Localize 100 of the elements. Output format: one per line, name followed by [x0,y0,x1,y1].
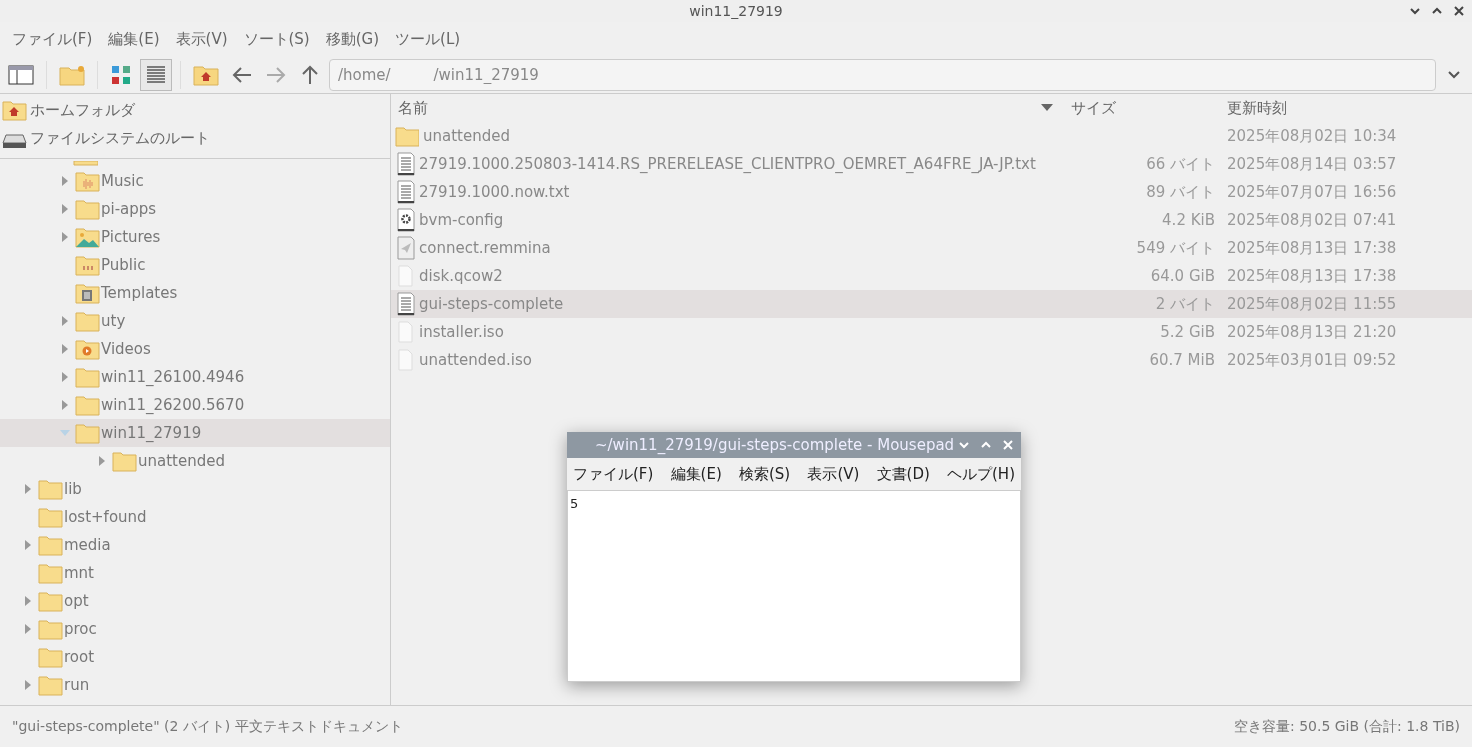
blank-file-icon [395,264,415,288]
file-name: bvm-config [419,209,504,231]
dropdown-caret-icon[interactable] [1448,71,1460,79]
tree-item[interactable]: opt [0,587,390,615]
blank-file-icon [395,320,415,344]
menu-item[interactable]: ファイル(F) [573,462,654,486]
tree-item[interactable]: uty [0,307,390,335]
file-modified: 2025年07月07日 16:56 [1227,183,1397,201]
text-file-icon [395,152,415,176]
tree-item[interactable]: run [0,671,390,699]
menu-item[interactable]: ファイル(F) [4,28,101,51]
file-row[interactable]: bvm-config 4.2 KiB 2025年08月02日 07:41 [391,206,1472,234]
public-folder-icon [75,254,100,276]
tree-item[interactable]: mnt [0,559,390,587]
file-modified: 2025年08月02日 11:55 [1227,295,1397,313]
tree-item[interactable]: pi-apps [0,195,390,223]
tree-item[interactable]: win11_26200.5670 [0,391,390,419]
menu-item[interactable]: 編集(E) [670,462,722,486]
file-name: connect.remmina [419,237,551,259]
maximize-icon[interactable] [1432,7,1442,15]
menu-item[interactable]: 移動(G) [317,28,388,51]
menu-item[interactable]: 表示(V) [807,462,860,486]
file-modified: 2025年08月02日 10:34 [1227,127,1397,145]
tree-item[interactable]: media [0,531,390,559]
music-folder-icon [75,170,100,192]
tree-item[interactable]: unattended [0,447,390,475]
sidebar-pane-icon[interactable] [8,64,34,86]
tree-item[interactable]: win11_26100.4946 [0,363,390,391]
text-file-icon [395,292,415,316]
videos-folder-icon [75,338,100,360]
file-row[interactable]: unattended 2025年08月02日 10:34 [391,122,1472,150]
list-view-button[interactable] [140,59,172,91]
tree-item[interactable]: proc [0,615,390,643]
sort-caret-icon [1041,104,1053,112]
file-modified: 2025年03月01日 09:52 [1227,351,1397,369]
editor-title: ~/win11_27919/gui-steps-complete - Mousepad [595,434,955,456]
file-name: 27919.1000.now.txt [419,181,570,203]
menu-item[interactable]: 文書(D) [876,462,930,486]
tree-item[interactable]: root [0,643,390,671]
file-name: installer.iso [419,321,504,343]
menu-item[interactable]: ソート(S) [235,28,318,51]
status-text: "gui-steps-complete" (2 バイト) 平文テキストドキュメント [12,717,403,736]
free-space-text: 空き容量: 50.5 GiB (合計: 1.8 TiB) [1234,717,1460,736]
gear-file-icon [395,208,415,232]
file-size: 64.0 GiB [1150,267,1215,285]
file-row[interactable]: 27919.1000.250803-1414.RS_PRERELEASE_CLIENTPRO_OEMRET_A64FRE_JA-JP.txt 66 バイト 2025年08月14日 03:57 [391,150,1472,178]
file-size: 549 バイト [1136,239,1215,257]
file-name: 27919.1000.250803-1414.RS_PRERELEASE_CLIENTPRO_OEMRET_A64FRE_JA-JP.txt [419,153,1036,175]
new-folder-icon[interactable] [59,64,85,86]
tree-item[interactable]: win11_27919 [0,419,390,447]
editor-text: 5 [570,496,579,511]
file-modified: 2025年08月14日 03:57 [1227,155,1397,173]
pictures-folder-icon [75,226,100,248]
minimize-icon[interactable] [1410,7,1420,15]
file-row[interactable]: connect.remmina 549 バイト 2025年08月13日 17:38 [391,234,1472,262]
path-field[interactable]: /home/ /win11_27919 [329,59,1436,91]
file-size: 5.2 GiB [1160,323,1215,341]
column-header[interactable]: サイズ [1061,96,1221,120]
column-header[interactable]: 名前 [398,96,428,120]
menu-item[interactable]: 検索(S) [738,462,791,486]
file-size: 60.7 MiB [1149,351,1215,369]
place-item[interactable]: ファイルシステムのルート [30,126,210,150]
tree-item[interactable]: Pictures [0,223,390,251]
file-size: 2 バイト [1155,295,1215,313]
home-folder-icon [2,99,27,121]
file-row[interactable]: unattended.iso 60.7 MiB 2025年03月01日 09:52 [391,346,1472,374]
file-size: 89 バイト [1146,183,1215,201]
file-name: unattended [423,125,510,147]
paper-plane-file-icon [395,236,415,260]
tree-item[interactable]: lost+found [0,503,390,531]
file-modified: 2025年08月13日 21:20 [1227,323,1397,341]
menu-item[interactable]: ツール(L) [387,28,469,51]
text-editor-area[interactable]: 5 [567,490,1021,682]
file-row[interactable]: gui-steps-complete 2 バイト 2025年08月02日 11:55 [391,290,1472,318]
file-modified: 2025年08月13日 17:38 [1227,267,1397,285]
file-size: 4.2 KiB [1162,211,1215,229]
menu-item[interactable]: ヘルプ(H) [947,462,1015,486]
blank-file-icon [395,348,415,372]
file-row[interactable]: installer.iso 5.2 GiB 2025年08月13日 21:20 [391,318,1472,346]
tree-item[interactable]: Templates [0,279,390,307]
tree-item[interactable]: Music [0,167,390,195]
tree-item[interactable]: Public [0,251,390,279]
file-modified: 2025年08月13日 17:38 [1227,239,1397,257]
text-file-icon [395,180,415,204]
templates-folder-icon [75,282,100,304]
icon-view-icon[interactable] [110,64,132,86]
place-item[interactable]: ホームフォルダ [30,98,135,122]
menu-item[interactable]: 表示(V) [167,28,236,51]
tree-item[interactable]: lib [0,475,390,503]
file-size: 66 バイト [1146,155,1215,173]
file-row[interactable]: 27919.1000.now.txt 89 バイト 2025年07月07日 16:56 [391,178,1472,206]
column-header[interactable]: 更新時刻 [1221,96,1421,120]
file-name: unattended.iso [419,349,532,371]
menu-item[interactable]: 編集(E) [100,28,168,51]
file-modified: 2025年08月02日 07:41 [1227,211,1397,229]
file-row[interactable]: disk.qcow2 64.0 GiB 2025年08月13日 17:38 [391,262,1472,290]
close-icon[interactable] [1454,6,1464,16]
home-icon[interactable] [193,64,219,86]
tree-item[interactable]: Videos [0,335,390,363]
file-name: disk.qcow2 [419,265,503,287]
